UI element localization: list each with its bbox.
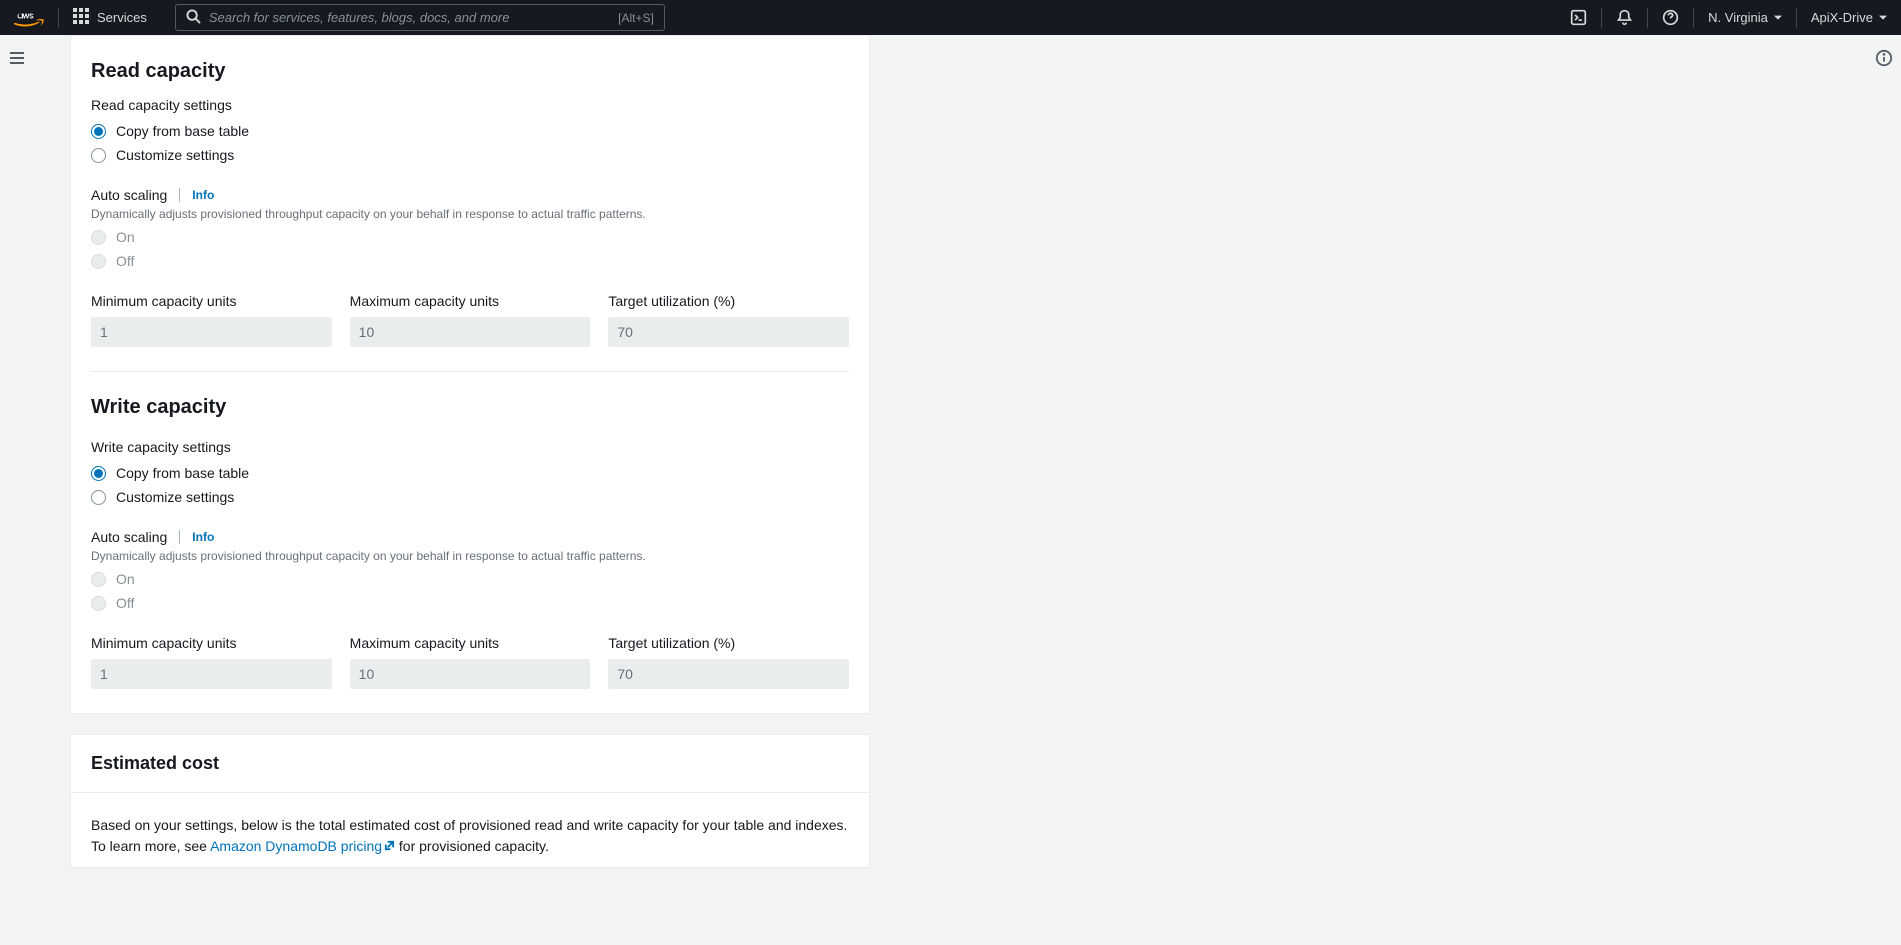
write-autoscale-info-link[interactable]: Info	[192, 530, 214, 544]
grid-icon	[73, 8, 89, 27]
search-input[interactable]	[201, 10, 618, 25]
right-panel-toggle[interactable]	[1872, 46, 1896, 70]
radio-label: On	[116, 229, 135, 245]
write-min-input	[91, 659, 332, 689]
aws-logo-icon	[14, 9, 44, 27]
workspace: Read capacity Read capacity settings Cop…	[35, 35, 1866, 945]
read-min-label: Minimum capacity units	[91, 293, 332, 309]
estimated-cost-panel: Estimated cost Based on your settings, b…	[70, 734, 870, 868]
estimated-cost-heading: Estimated cost	[91, 753, 849, 774]
divider	[179, 530, 180, 544]
read-autoscale-block: Auto scaling Info Dynamically adjusts pr…	[91, 187, 849, 269]
top-navigation: Services [Alt+S] N. Virginia ApiX-Driv	[0, 0, 1901, 35]
write-max-label: Maximum capacity units	[350, 635, 591, 651]
services-menu-button[interactable]: Services	[59, 0, 161, 35]
write-autoscale-desc: Dynamically adjusts provisioned throughp…	[91, 549, 849, 563]
cloudshell-button[interactable]	[1556, 0, 1601, 35]
read-max-input	[350, 317, 591, 347]
caret-down-icon	[1774, 10, 1782, 25]
hamburger-icon	[9, 50, 25, 66]
read-capacity-settings-label: Read capacity settings	[91, 97, 849, 113]
write-capacity-inputs: Minimum capacity units Maximum capacity …	[91, 635, 849, 689]
write-customize-radio[interactable]: Customize settings	[91, 489, 849, 505]
radio-icon	[91, 596, 106, 611]
estimated-cost-text: Based on your settings, below is the tot…	[91, 815, 849, 857]
read-autoscale-info-link[interactable]: Info	[192, 188, 214, 202]
read-autoscale-on-radio: On	[91, 229, 849, 245]
radio-label: Off	[116, 595, 134, 611]
topnav-left: Services [Alt+S]	[0, 0, 665, 35]
radio-icon	[91, 254, 106, 269]
account-selector[interactable]: ApiX-Drive	[1797, 0, 1901, 35]
left-panel-toggle[interactable]	[5, 46, 29, 70]
search-icon	[186, 9, 201, 27]
bell-icon	[1616, 9, 1633, 26]
write-autoscale-block: Auto scaling Info Dynamically adjusts pr…	[91, 529, 849, 611]
search-shortcut: [Alt+S]	[618, 11, 654, 25]
write-copy-radio[interactable]: Copy from base table	[91, 465, 849, 481]
read-min-input	[91, 317, 332, 347]
read-target-input	[608, 317, 849, 347]
radio-icon	[91, 230, 106, 245]
radio-icon	[91, 124, 106, 139]
read-autoscale-label: Auto scaling	[91, 187, 167, 203]
read-autoscale-off-radio: Off	[91, 253, 849, 269]
radio-label: On	[116, 571, 135, 587]
read-capacity-inputs: Minimum capacity units Maximum capacity …	[91, 293, 849, 347]
radio-label: Copy from base table	[116, 465, 249, 481]
read-target-label: Target utilization (%)	[608, 293, 849, 309]
divider	[179, 188, 180, 202]
notifications-button[interactable]	[1602, 0, 1647, 35]
read-max-label: Maximum capacity units	[350, 293, 591, 309]
topnav-right: N. Virginia ApiX-Drive	[1556, 0, 1901, 35]
est-text-2: for provisioned capacity.	[395, 838, 549, 854]
capacity-panel: Read capacity Read capacity settings Cop…	[70, 35, 870, 714]
read-capacity-heading: Read capacity	[91, 56, 849, 83]
write-autoscale-on-radio: On	[91, 571, 849, 587]
external-link-icon	[382, 838, 395, 854]
radio-label: Customize settings	[116, 489, 234, 505]
read-customize-radio[interactable]: Customize settings	[91, 147, 849, 163]
write-capacity-settings-label: Write capacity settings	[91, 439, 849, 455]
radio-icon	[91, 572, 106, 587]
divider	[91, 371, 849, 372]
read-autoscale-desc: Dynamically adjusts provisioned throughp…	[91, 207, 849, 221]
write-autoscale-label: Auto scaling	[91, 529, 167, 545]
radio-icon	[91, 490, 106, 505]
account-label: ApiX-Drive	[1811, 10, 1873, 25]
global-search[interactable]: [Alt+S]	[175, 4, 665, 31]
region-label: N. Virginia	[1708, 10, 1768, 25]
services-label: Services	[97, 10, 147, 25]
write-min-label: Minimum capacity units	[91, 635, 332, 651]
help-icon	[1662, 9, 1679, 26]
write-target-label: Target utilization (%)	[608, 635, 849, 651]
help-button[interactable]	[1648, 0, 1693, 35]
radio-label: Off	[116, 253, 134, 269]
write-max-input	[350, 659, 591, 689]
read-copy-radio[interactable]: Copy from base table	[91, 123, 849, 139]
radio-label: Customize settings	[116, 147, 234, 163]
write-autoscale-off-radio: Off	[91, 595, 849, 611]
aws-logo[interactable]	[0, 0, 58, 35]
radio-icon	[91, 466, 106, 481]
region-selector[interactable]: N. Virginia	[1694, 0, 1796, 35]
write-target-input	[608, 659, 849, 689]
caret-down-icon	[1879, 10, 1887, 25]
pricing-link[interactable]: Amazon DynamoDB pricing	[210, 838, 382, 854]
panel-stack: Read capacity Read capacity settings Cop…	[70, 35, 870, 868]
write-capacity-heading: Write capacity	[91, 396, 849, 419]
info-icon	[1875, 49, 1893, 67]
radio-label: Copy from base table	[116, 123, 249, 139]
cloudshell-icon	[1570, 9, 1587, 26]
radio-icon	[91, 148, 106, 163]
